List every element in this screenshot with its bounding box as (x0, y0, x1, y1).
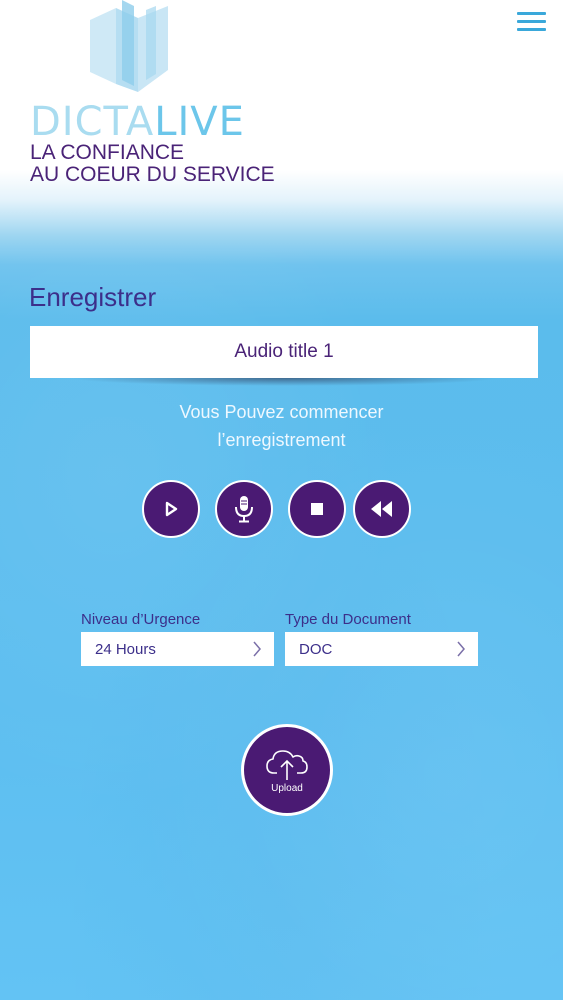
hint-line2: l’enregistrement (217, 430, 346, 450)
rewind-button[interactable] (353, 480, 411, 538)
doc-type-value: DOC (299, 640, 333, 658)
audio-title-input[interactable]: Audio title 1 (30, 326, 538, 378)
play-icon (165, 501, 178, 517)
microphone-icon (235, 496, 253, 523)
stop-button[interactable] (288, 480, 346, 538)
play-button[interactable] (142, 480, 200, 538)
rewind-icon (371, 501, 392, 517)
hamburger-menu-icon[interactable] (517, 12, 546, 34)
tagline-line1: LA CONFIANCE (30, 141, 185, 164)
chevron-right-icon (457, 641, 465, 657)
tagline-line2: AU COEUR DU SERVICE (30, 163, 275, 186)
input-shadow (70, 378, 500, 386)
upload-label: Upload (271, 782, 303, 794)
chevron-right-icon (253, 641, 261, 657)
section-title: Enregistrer (29, 282, 157, 312)
urgency-value: 24 Hours (95, 640, 156, 658)
logo-icon (90, 0, 168, 92)
urgency-label: Niveau d’Urgence (81, 611, 201, 628)
recording-hint: Vous Pouvez commencer l’enregistrement (0, 398, 563, 454)
upload-button[interactable]: Upload (241, 724, 333, 816)
cloud-upload-icon (266, 749, 308, 780)
urgency-select[interactable]: 24 Hours (81, 632, 274, 666)
brand-part2: LIVE (154, 99, 245, 145)
doc-type-label: Type du Document (285, 611, 411, 628)
stop-icon (311, 503, 323, 515)
doc-type-select[interactable]: DOC (285, 632, 478, 666)
brand-logo-text: DICTALIVE (30, 98, 245, 146)
tagline: LA CONFIANCE AU COEUR DU SERVICE (30, 142, 275, 186)
brand-part1: DICTA (30, 99, 155, 145)
record-button[interactable] (215, 480, 273, 538)
hint-line1: Vous Pouvez commencer (179, 402, 384, 422)
